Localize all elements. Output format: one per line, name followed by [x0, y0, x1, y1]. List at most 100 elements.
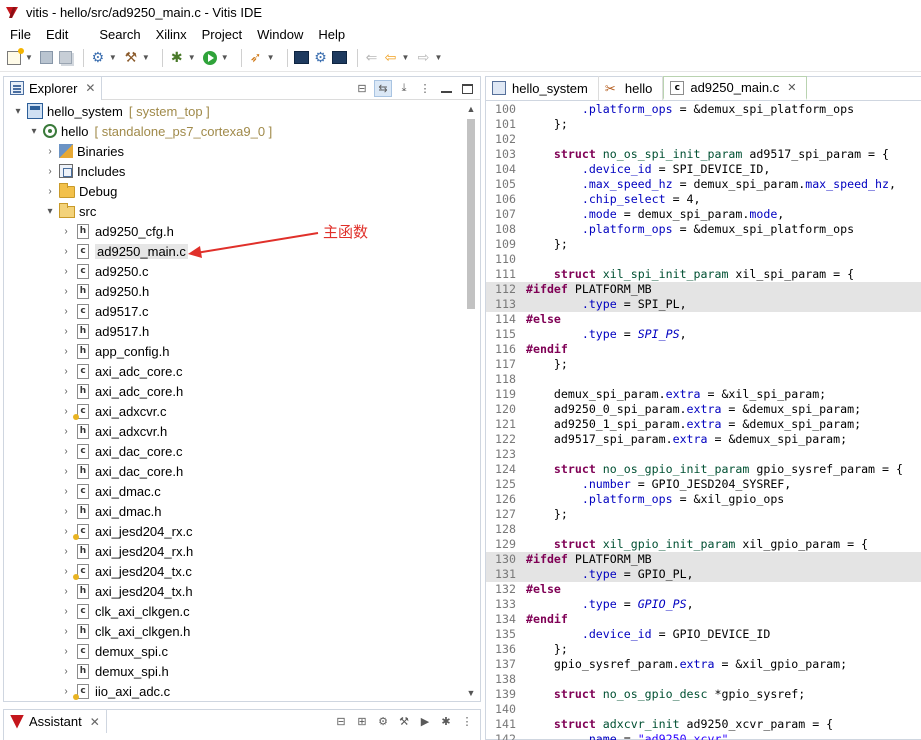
code-line[interactable]: 142 .name = "ad9250_xcvr": [486, 732, 921, 740]
run-icon[interactable]: ▶: [416, 713, 434, 730]
tree-item[interactable]: › c ad9517.c: [4, 301, 462, 321]
forward-dropdown-icon[interactable]: ▼: [434, 53, 442, 62]
link-with-editor-icon[interactable]: ⇆: [374, 80, 392, 97]
tab-ad9250-main-c[interactable]: c ad9250_main.c ✕: [663, 76, 808, 100]
code-line[interactable]: 101 };: [486, 117, 921, 132]
collapsed-chevron-icon[interactable]: ›: [60, 446, 72, 457]
code-line[interactable]: 117 };: [486, 357, 921, 372]
code-line[interactable]: 133 .type = GPIO_PS,: [486, 597, 921, 612]
maximize-icon[interactable]: [458, 80, 476, 97]
tree-item[interactable]: › c axi_adxcvr.c: [4, 401, 462, 421]
tree-item[interactable]: › c axi_dmac.c: [4, 481, 462, 501]
menu-edit[interactable]: Edit: [40, 27, 74, 42]
minimize-icon[interactable]: [437, 80, 455, 97]
xsct-console-icon[interactable]: ⚙: [313, 49, 329, 66]
collapsed-chevron-icon[interactable]: ›: [60, 226, 72, 237]
debug-dropdown-icon[interactable]: ▼: [188, 53, 196, 62]
code-line[interactable]: 116 #endif: [486, 342, 921, 357]
code-line[interactable]: 109 };: [486, 237, 921, 252]
collapsed-chevron-icon[interactable]: ›: [60, 546, 72, 557]
run-icon[interactable]: [202, 50, 218, 66]
menu-window[interactable]: Window: [251, 27, 309, 42]
tree-item[interactable]: › Binaries: [4, 141, 462, 161]
collapsed-chevron-icon[interactable]: ›: [60, 246, 72, 257]
code-line[interactable]: 132 #else: [486, 582, 921, 597]
code-line[interactable]: 106 .chip_select = 4,: [486, 192, 921, 207]
close-icon[interactable]: ✕: [90, 715, 100, 729]
build-hammer-icon[interactable]: ⚒: [395, 713, 413, 730]
tree-item[interactable]: › c axi_adc_core.c: [4, 361, 462, 381]
collapsed-chevron-icon[interactable]: ›: [60, 286, 72, 297]
close-tab-icon[interactable]: ✕: [787, 81, 796, 94]
code-line[interactable]: 138: [486, 672, 921, 687]
collapsed-chevron-icon[interactable]: ›: [44, 186, 56, 197]
code-line[interactable]: 129 struct xil_gpio_init_param xil_gpio_…: [486, 537, 921, 552]
code-line[interactable]: 100 .platform_ops = &demux_spi_platform_…: [486, 102, 921, 117]
code-line[interactable]: 113 .type = SPI_PL,: [486, 297, 921, 312]
tree-item[interactable]: › h app_config.h: [4, 341, 462, 361]
code-line[interactable]: 126 .platform_ops = &xil_gpio_ops: [486, 492, 921, 507]
collapsed-chevron-icon[interactable]: ›: [60, 266, 72, 277]
collapsed-chevron-icon[interactable]: ›: [60, 686, 72, 697]
code-line[interactable]: 137 gpio_sysref_param.extra = &xil_gpio_…: [486, 657, 921, 672]
collapsed-chevron-icon[interactable]: ›: [60, 346, 72, 357]
run-dropdown-icon[interactable]: ▼: [221, 53, 229, 62]
tree-item[interactable]: › h axi_jesd204_rx.h: [4, 541, 462, 561]
collapsed-chevron-icon[interactable]: ›: [60, 326, 72, 337]
debug-bug-icon[interactable]: ✱: [437, 713, 455, 730]
save-icon[interactable]: [39, 50, 55, 66]
collapse-all-icon[interactable]: ⊟: [332, 713, 350, 730]
explorer-tab[interactable]: Explorer ✕: [4, 76, 103, 100]
menu-file[interactable]: File: [4, 27, 37, 42]
back-arrow-icon[interactable]: ⇦: [383, 49, 399, 66]
collapsed-chevron-icon[interactable]: ›: [60, 506, 72, 517]
code-line[interactable]: 112 #ifdef PLATFORM_MB: [486, 282, 921, 297]
tree-item[interactable]: › h ad9250.h: [4, 281, 462, 301]
code-line[interactable]: 140: [486, 702, 921, 717]
build-hammer-icon[interactable]: ⚒: [123, 49, 139, 66]
code-line[interactable]: 110: [486, 252, 921, 267]
view-menu-icon[interactable]: ⋮: [416, 80, 434, 97]
explorer-scrollbar[interactable]: ▲ ▼: [464, 101, 478, 701]
settings-icon[interactable]: ⚙: [374, 713, 392, 730]
collapsed-chevron-icon[interactable]: ›: [60, 626, 72, 637]
code-line[interactable]: 135 .device_id = GPIO_DEVICE_ID: [486, 627, 921, 642]
code-line[interactable]: 139 struct no_os_gpio_desc *gpio_sysref;: [486, 687, 921, 702]
collapsed-chevron-icon[interactable]: ›: [60, 386, 72, 397]
terminal-icon[interactable]: [294, 50, 310, 66]
filter-icon[interactable]: ⤓: [395, 80, 413, 97]
scroll-down-icon[interactable]: ▼: [464, 687, 478, 699]
scroll-up-icon[interactable]: ▲: [464, 103, 478, 115]
code-line[interactable]: 104 .device_id = SPI_DEVICE_ID,: [486, 162, 921, 177]
collapsed-chevron-icon[interactable]: ›: [60, 566, 72, 577]
collapse-all-icon[interactable]: ⊟: [353, 80, 371, 97]
code-line[interactable]: 130 #ifdef PLATFORM_MB: [486, 552, 921, 567]
code-line[interactable]: 108 .platform_ops = &demux_spi_platform_…: [486, 222, 921, 237]
settings-icon[interactable]: ⚙: [90, 49, 106, 66]
tree-item[interactable]: › h axi_dmac.h: [4, 501, 462, 521]
tree-item[interactable]: › c iio_axi_adc.c: [4, 681, 462, 701]
tree-item[interactable]: ▾ hello_system [ system_top ]: [4, 101, 462, 121]
expanded-chevron-icon[interactable]: ▾: [28, 126, 40, 137]
code-line[interactable]: 114 #else: [486, 312, 921, 327]
assistant-tab[interactable]: Assistant ✕: [4, 710, 107, 733]
tree-item[interactable]: › h ad9517.h: [4, 321, 462, 341]
expanded-chevron-icon[interactable]: ▾: [12, 106, 24, 117]
scroll-thumb[interactable]: [467, 119, 475, 309]
collapsed-chevron-icon[interactable]: ›: [60, 466, 72, 477]
code-line[interactable]: 103 struct no_os_spi_init_param ad9517_s…: [486, 147, 921, 162]
tree-item[interactable]: › c axi_jesd204_rx.c: [4, 521, 462, 541]
code-line[interactable]: 120 ad9250_0_spi_param.extra = &demux_sp…: [486, 402, 921, 417]
code-line[interactable]: 118: [486, 372, 921, 387]
code-area[interactable]: 100 .platform_ops = &demux_spi_platform_…: [486, 102, 921, 740]
code-line[interactable]: 128: [486, 522, 921, 537]
tree-item[interactable]: ▾ src: [4, 201, 462, 221]
tree-item[interactable]: › c ad9250_main.c: [4, 241, 462, 261]
code-line[interactable]: 134 #endif: [486, 612, 921, 627]
tree-item[interactable]: › h clk_axi_clkgen.h: [4, 621, 462, 641]
tree-item[interactable]: › Debug: [4, 181, 462, 201]
debug-bug-icon[interactable]: ✱: [169, 49, 185, 66]
code-line[interactable]: 105 .max_speed_hz = demux_spi_param.max_…: [486, 177, 921, 192]
tree-item[interactable]: › c clk_axi_clkgen.c: [4, 601, 462, 621]
code-line[interactable]: 127 };: [486, 507, 921, 522]
